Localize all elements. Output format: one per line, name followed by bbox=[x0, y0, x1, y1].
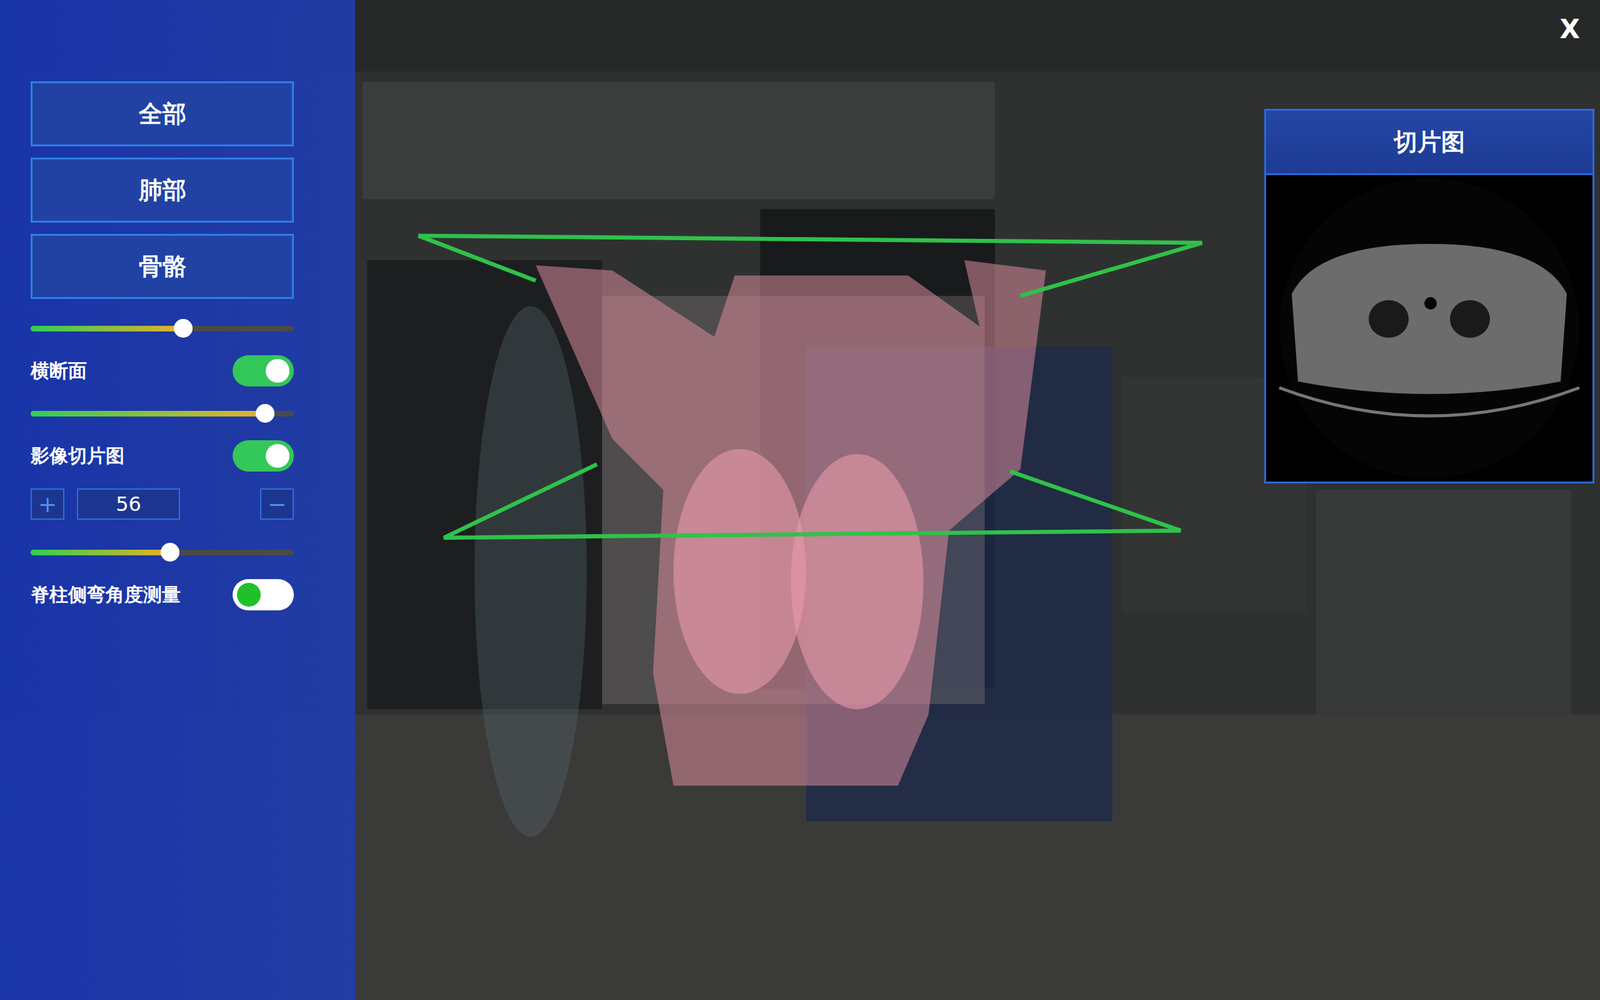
toggle-knob bbox=[265, 443, 290, 468]
slider-row bbox=[30, 530, 294, 574]
stepper-value[interactable]: 56 bbox=[76, 488, 181, 520]
toggle-label: 影像切片图 bbox=[30, 443, 125, 469]
decrement-button[interactable]: − bbox=[260, 488, 294, 520]
slider-fill bbox=[30, 410, 266, 417]
control-list: 横断面 影像切片图 + 56 − 脊柱侧弯角度测量 bbox=[30, 306, 294, 616]
slider-track[interactable] bbox=[30, 325, 294, 332]
stepper: + 56 − bbox=[30, 477, 294, 531]
close-button[interactable]: X bbox=[1554, 11, 1585, 47]
toggle-knob bbox=[236, 582, 261, 607]
slider-thumb[interactable] bbox=[255, 403, 275, 423]
view-button[interactable]: 骨骼 bbox=[30, 233, 294, 299]
slider-row bbox=[30, 306, 294, 350]
toggle-switch[interactable] bbox=[232, 355, 294, 387]
slider-thumb[interactable] bbox=[160, 542, 180, 562]
increment-button[interactable]: + bbox=[30, 488, 65, 520]
toggle-label: 横断面 bbox=[30, 358, 87, 384]
toggle-label: 脊柱侧弯角度测量 bbox=[30, 582, 181, 608]
toggle-switch[interactable] bbox=[232, 440, 294, 472]
slice-panel-title: 切片图 bbox=[1266, 110, 1593, 176]
toggle-row: 脊柱侧弯角度测量 bbox=[30, 573, 294, 616]
slider-track[interactable] bbox=[30, 410, 294, 417]
view-button-group: 全部肺部骨骼 bbox=[30, 81, 294, 299]
toggle-row: 横断面 bbox=[30, 349, 294, 393]
app-screen: 全部肺部骨骼 横断面 影像切片图 + 56 − 脊柱侧弯角度测量 X 切片图 bbox=[0, 0, 1600, 1000]
slider-fill bbox=[30, 549, 171, 556]
slider-fill bbox=[30, 325, 184, 332]
toggle-row: 影像切片图 bbox=[30, 434, 294, 478]
view-button[interactable]: 全部 bbox=[30, 81, 294, 147]
slice-panel: 切片图 bbox=[1264, 108, 1595, 484]
toggle-switch[interactable] bbox=[232, 578, 294, 611]
toggle-knob bbox=[265, 358, 290, 383]
control-panel: 全部肺部骨骼 横断面 影像切片图 + 56 − 脊柱侧弯角度测量 bbox=[0, 0, 356, 1000]
slider-thumb[interactable] bbox=[173, 318, 193, 338]
slider-track[interactable] bbox=[30, 549, 294, 556]
slider-row bbox=[30, 392, 294, 435]
view-button[interactable]: 肺部 bbox=[30, 157, 294, 223]
slice-image bbox=[1266, 175, 1593, 482]
